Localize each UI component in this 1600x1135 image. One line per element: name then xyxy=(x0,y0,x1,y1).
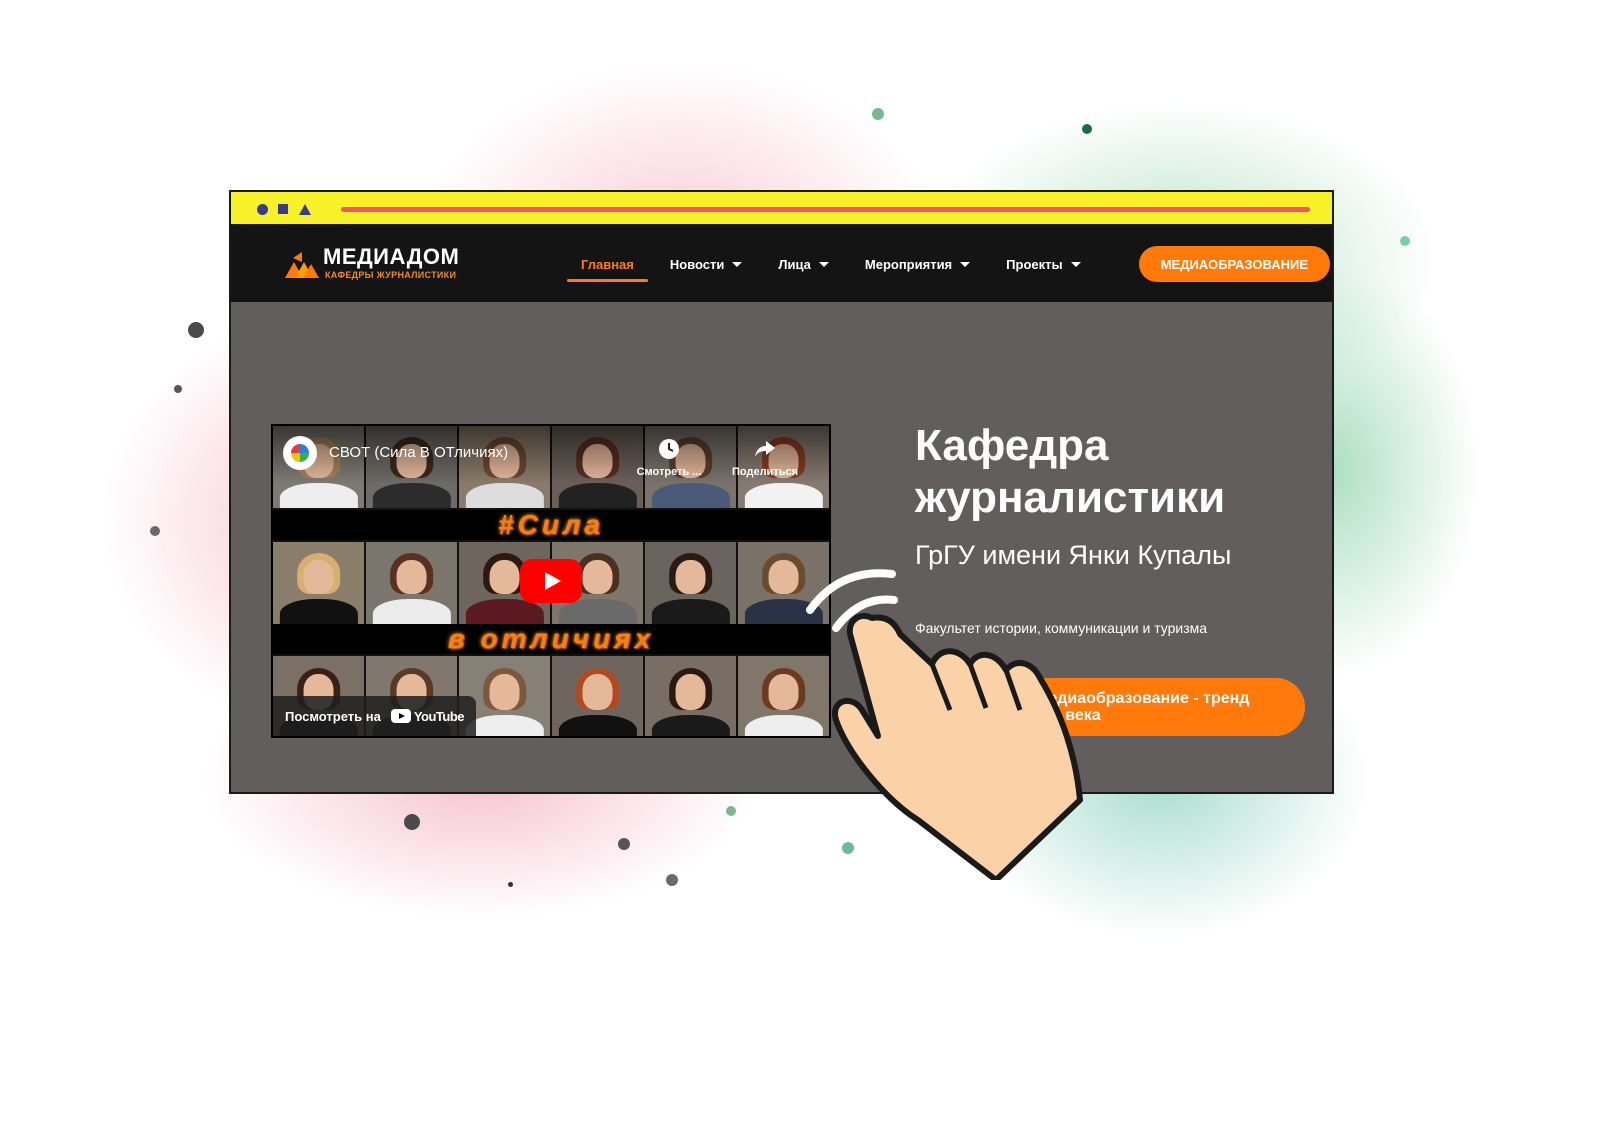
logo-subtitle: КАФЕДРЫ ЖУРНАЛИСТИКИ xyxy=(325,270,457,280)
nav-item-people[interactable]: Лица xyxy=(760,226,847,302)
video-embed[interactable]: #Сила в отличиях СВОТ (Сила В ОТличиях) xyxy=(271,424,831,738)
watch-on-label: Посмотреть на xyxy=(285,708,381,724)
media-education-button[interactable]: МЕДИАОБРАЗОВАНИЕ xyxy=(1138,246,1330,282)
square-shape-icon xyxy=(278,204,288,214)
watch-later-button[interactable]: Смотреть ... xyxy=(629,438,709,478)
nav-item-label: Новости xyxy=(669,256,725,272)
nav-item-label: Проекты xyxy=(1006,256,1063,272)
watch-on-youtube-button[interactable]: Посмотреть на YouTube xyxy=(273,696,477,736)
youtube-icon: YouTube xyxy=(390,708,465,724)
triangle-shape-icon xyxy=(299,204,311,215)
logo-title: МЕДИАДОМ xyxy=(323,244,460,269)
nav-item-home[interactable]: Главная xyxy=(563,226,652,302)
address-bar-line xyxy=(341,207,1310,212)
hero-title-line: Кафедра xyxy=(915,421,1109,470)
caret-down-icon xyxy=(732,261,743,267)
share-label: Поделиться xyxy=(731,466,799,478)
main-nav: Главная Новости Лица Мероприятия Проекты xyxy=(563,226,1099,302)
hero-title-line: журналистики xyxy=(915,473,1226,522)
hero-title: Кафедра журналистики xyxy=(915,420,1225,524)
nav-item-projects[interactable]: Проекты xyxy=(988,226,1098,302)
nav-item-label: Главная xyxy=(581,256,634,272)
video-banner-top: #Сила xyxy=(273,509,829,540)
share-icon xyxy=(755,441,775,457)
caret-down-icon xyxy=(818,261,829,267)
play-icon[interactable] xyxy=(520,559,582,603)
channel-avatar[interactable] xyxy=(283,436,317,470)
nav-item-news[interactable]: Новости xyxy=(652,226,761,302)
share-button[interactable]: Поделиться xyxy=(725,438,805,478)
youtube-label: YouTube xyxy=(413,708,465,724)
logo-mark-icon xyxy=(285,252,319,278)
site-header: МЕДИАДОМ КАФЕДРЫ ЖУРНАЛИСТИКИ Главная Но… xyxy=(231,226,1332,302)
caret-down-icon xyxy=(960,261,971,267)
nav-item-label: Лица xyxy=(778,256,811,272)
caret-down-icon xyxy=(1070,261,1081,267)
browser-chrome-bar xyxy=(231,192,1332,226)
pointing-hand-icon xyxy=(806,569,1083,880)
watch-later-label: Смотреть ... xyxy=(636,466,702,478)
browser-window: МЕДИАДОМ КАФЕДРЫ ЖУРНАЛИСТИКИ Главная Но… xyxy=(229,190,1334,794)
video-banner-bottom: в отличиях xyxy=(273,623,829,654)
nav-item-events[interactable]: Мероприятия xyxy=(847,226,988,302)
nav-item-label: Мероприятия xyxy=(864,256,953,272)
clock-icon xyxy=(659,439,679,459)
circle-shape-icon xyxy=(257,204,268,215)
video-title[interactable]: СВОТ (Сила В ОТличиях) xyxy=(329,444,508,461)
